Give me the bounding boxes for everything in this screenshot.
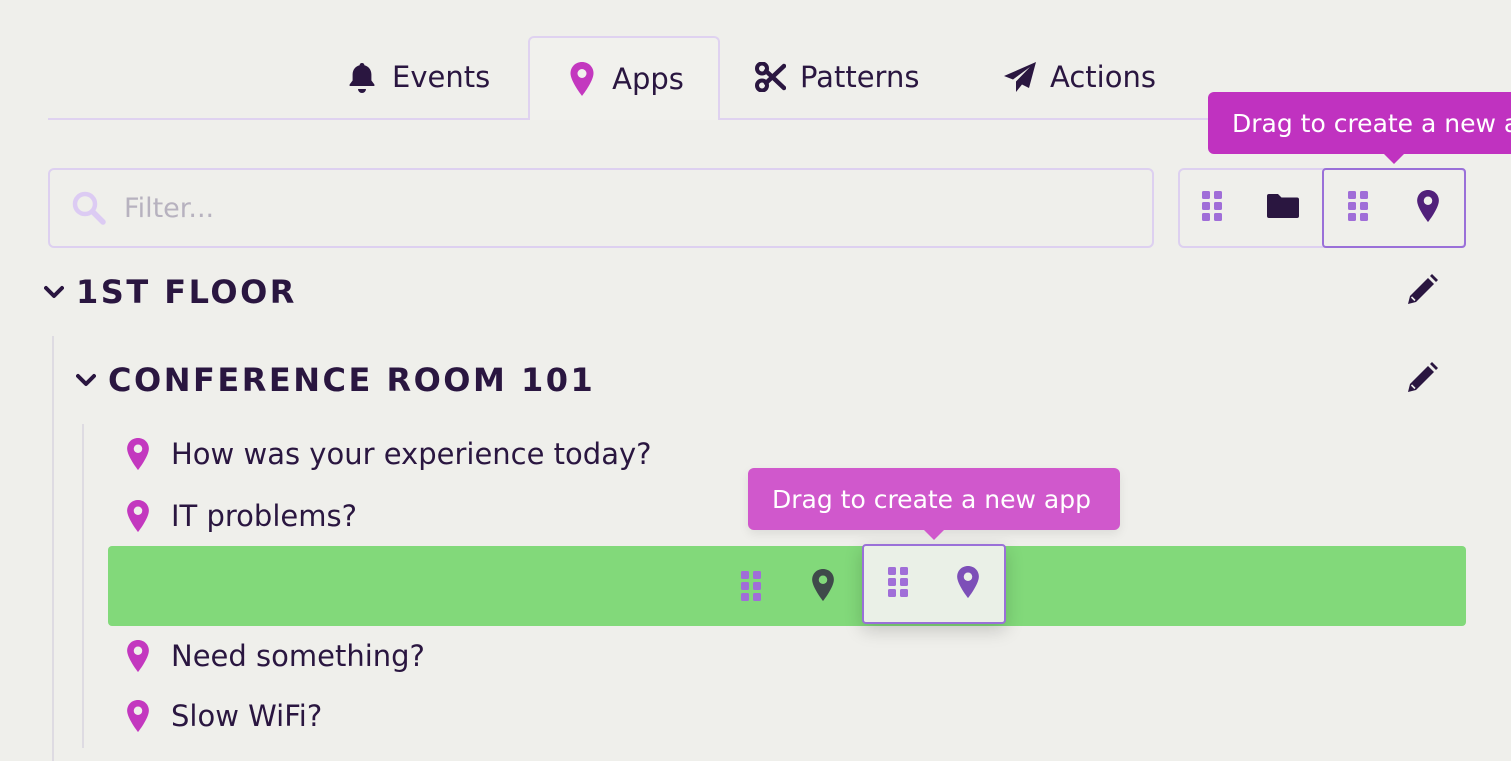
app-item[interactable]: How was your experience today? — [122, 434, 652, 474]
drag-handle-icon — [740, 570, 762, 606]
drag-handle-icon[interactable] — [887, 566, 909, 602]
map-pin-icon — [122, 496, 154, 536]
create-folder-button[interactable] — [1180, 170, 1322, 246]
chevron-down-icon[interactable] — [42, 280, 66, 304]
app-item-label: How was your experience today? — [171, 437, 652, 471]
pencil-icon — [1405, 273, 1439, 311]
map-pin-icon — [955, 565, 981, 603]
app-item[interactable]: Slow WiFi? — [122, 696, 322, 736]
map-pin-icon — [122, 434, 154, 474]
tab-label: Events — [392, 60, 491, 94]
edit-floor-button[interactable] — [1402, 272, 1442, 312]
tooltip-text: Drag to create a new app — [772, 484, 1091, 514]
filter-box — [48, 168, 1154, 248]
drop-zone[interactable] — [108, 546, 1466, 626]
tab-label: Actions — [1050, 60, 1156, 94]
create-app-button[interactable] — [1321, 168, 1466, 248]
app-item-label: IT problems? — [171, 499, 357, 533]
chevron-down-icon[interactable] — [74, 368, 98, 392]
tab-events[interactable]: Events — [344, 36, 490, 118]
paper-plane-icon — [1002, 59, 1038, 95]
scissors-icon — [752, 59, 788, 95]
tooltip-wrapper: Drag to create a new app — [1208, 92, 1511, 166]
edit-room-button[interactable] — [1402, 360, 1442, 400]
map-pin-icon — [810, 568, 836, 606]
map-pin-icon — [122, 636, 154, 676]
drag-tooltip: Drag to create a new app — [748, 468, 1120, 540]
group-1st-floor[interactable]: 1ST FLOOR — [42, 272, 297, 312]
filter-input[interactable] — [122, 191, 1106, 225]
app-item[interactable]: IT problems? — [122, 496, 357, 536]
app-item[interactable]: Need something? — [122, 636, 425, 676]
search-icon — [72, 191, 106, 225]
tab-patterns[interactable]: Patterns — [752, 36, 919, 118]
group-title: 1ST FLOOR — [76, 273, 297, 311]
folder-icon — [1266, 193, 1300, 223]
create-app-tooltip: Drag to create a new app — [1208, 92, 1511, 164]
drag-handle-icon[interactable] — [1201, 190, 1223, 226]
bell-icon — [344, 59, 380, 95]
tree-line — [82, 424, 84, 748]
group-title: CONFERENCE ROOM 101 — [108, 361, 596, 399]
tab-apps[interactable]: Apps — [528, 36, 720, 120]
pencil-icon — [1405, 361, 1439, 399]
tab-label: Patterns — [800, 60, 920, 94]
dragged-app-ghost[interactable] — [862, 544, 1006, 624]
app-item-label: Slow WiFi? — [171, 699, 323, 733]
create-toolbar — [1178, 168, 1466, 248]
tab-label: Apps — [612, 62, 684, 96]
app-item-label: Need something? — [171, 639, 425, 673]
tooltip-text: Drag to create a new app — [1232, 108, 1511, 138]
map-pin-icon — [122, 696, 154, 736]
tree-line — [52, 336, 54, 761]
drag-handle-icon[interactable] — [1347, 190, 1369, 226]
map-pin-icon — [564, 61, 600, 97]
tab-actions[interactable]: Actions — [1002, 36, 1156, 118]
group-conference-room-101[interactable]: CONFERENCE ROOM 101 — [74, 360, 595, 400]
map-pin-icon — [1415, 189, 1441, 227]
